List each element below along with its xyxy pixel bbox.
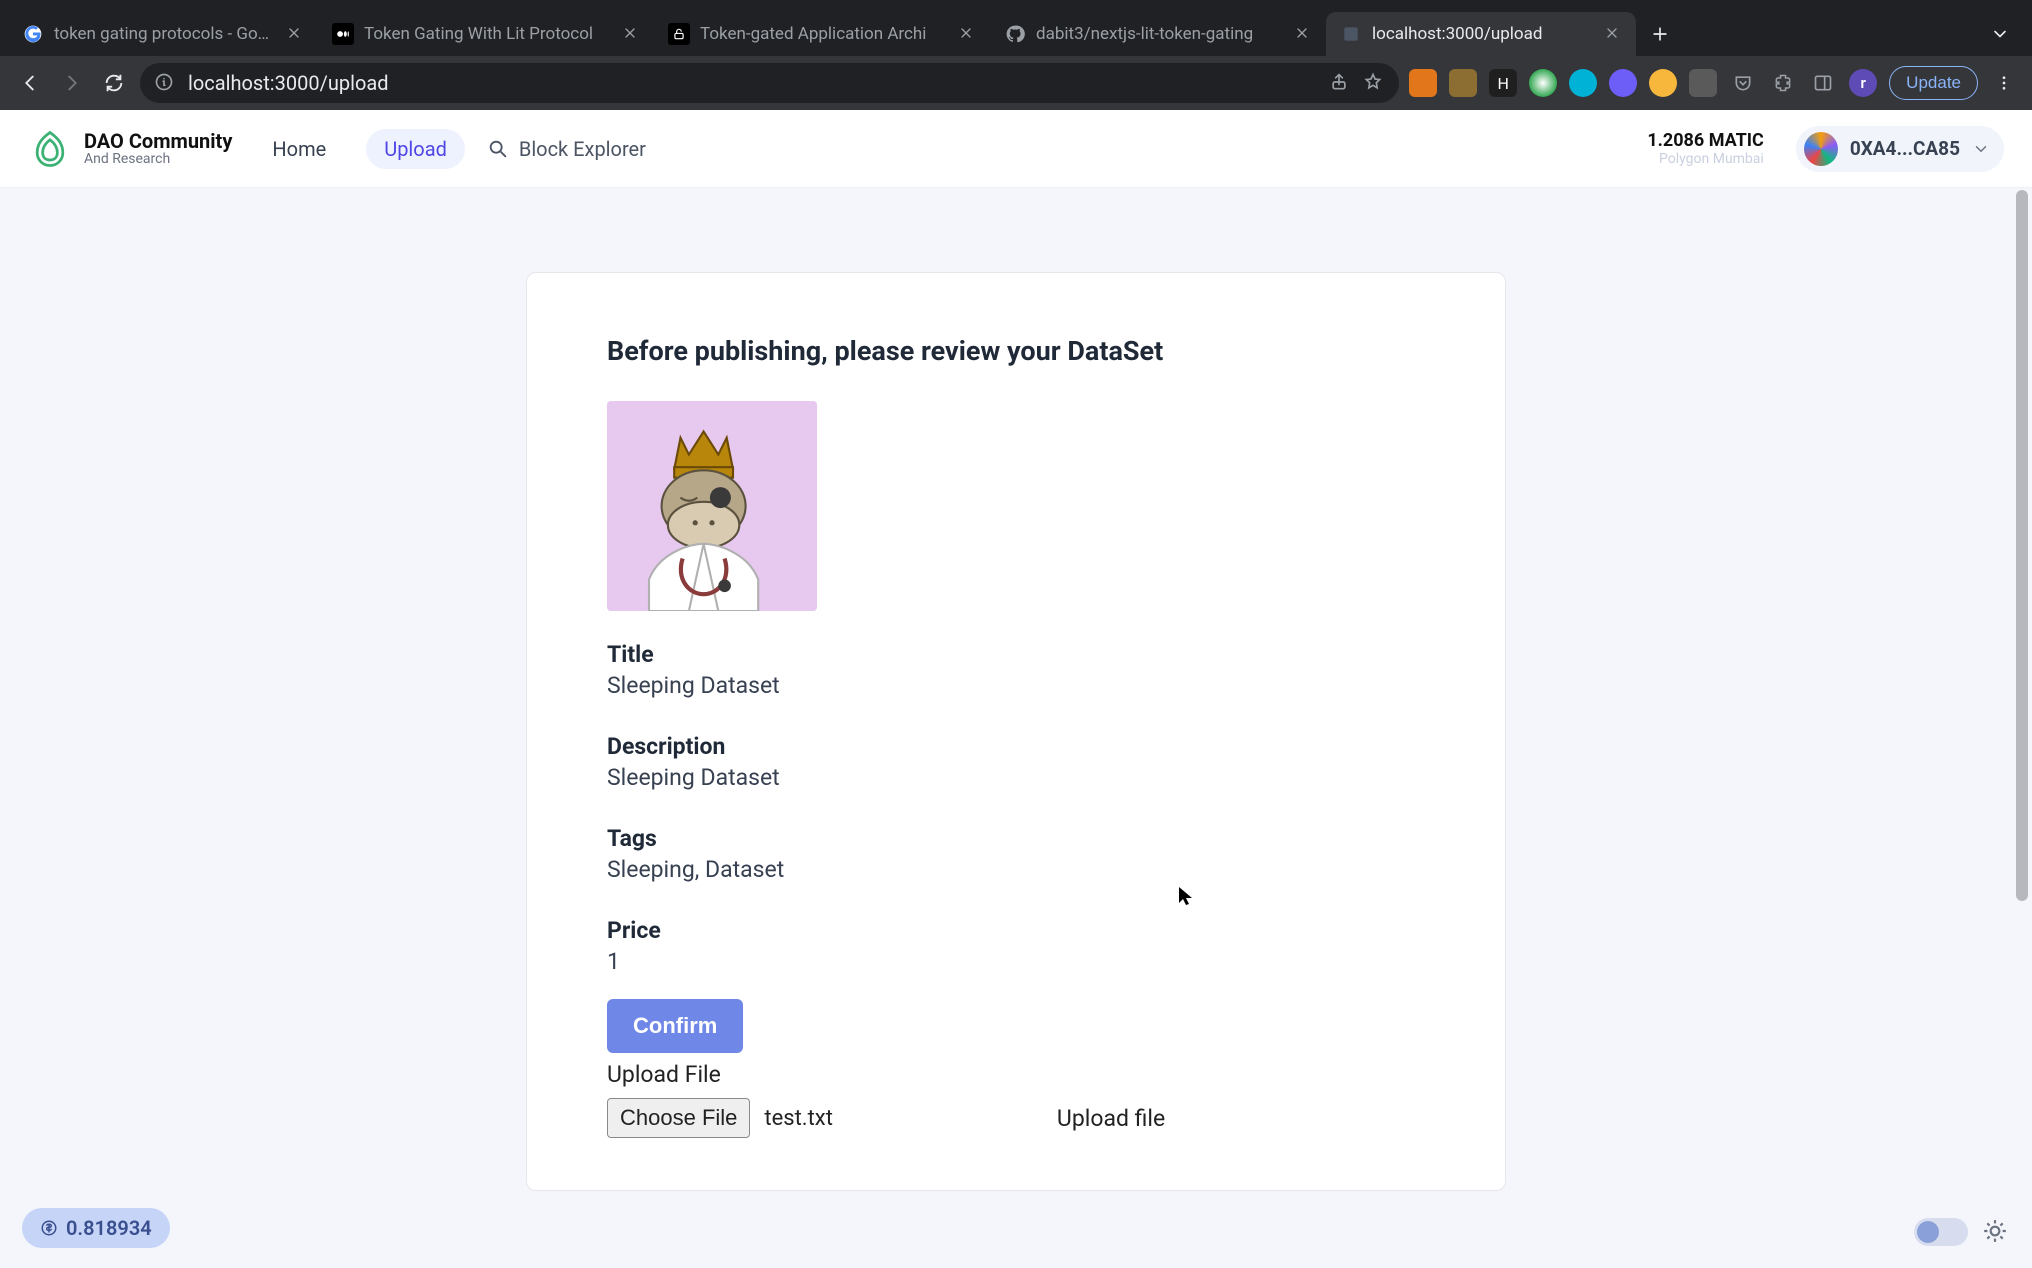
wallet-balance-amount: 1.2086 (1647, 130, 1704, 151)
google-favicon-icon (22, 23, 44, 45)
app-viewport: DAO Community And Research Home Upload B… (0, 110, 2032, 1268)
extension-icon[interactable] (1569, 69, 1597, 97)
pocket-extension-icon[interactable] (1729, 69, 1757, 97)
close-icon[interactable] (1294, 25, 1312, 43)
tab-title: token gating protocols - Goog (54, 24, 276, 44)
description-value: Sleeping Dataset (607, 764, 1425, 791)
selected-file-name: test.txt (764, 1106, 833, 1131)
dollar-icon (40, 1219, 58, 1237)
review-heading: Before publishing, please review your Da… (607, 335, 1425, 367)
browser-tab-active[interactable]: localhost:3000/upload (1326, 12, 1636, 56)
metamask-extension-icon[interactable] (1409, 69, 1437, 97)
wallet-balance-unit: MATIC (1709, 130, 1764, 151)
medium-favicon-icon (332, 23, 354, 45)
upload-file-label: Upload File (607, 1061, 1425, 1088)
ticker-value: 0.818934 (66, 1216, 152, 1240)
bookmark-star-icon[interactable] (1363, 72, 1385, 94)
scrollbar-thumb[interactable] (2016, 190, 2028, 901)
theme-settings-icon[interactable] (1982, 1218, 2010, 1246)
github-favicon-icon (1004, 23, 1026, 45)
profile-avatar-icon[interactable]: r (1849, 69, 1877, 97)
logo-icon (28, 127, 72, 171)
url-host: localhost:3000 (188, 71, 320, 95)
page-scrollbar[interactable] (2014, 190, 2030, 1268)
browser-tab-strip: token gating protocols - Goog Token Gati… (0, 0, 2032, 56)
field-tags: Tags Sleeping, Dataset (607, 825, 1425, 883)
wallet-address: 0XA4...CA85 (1850, 137, 1960, 160)
extension-icon[interactable]: H (1489, 69, 1517, 97)
logo-text: DAO Community And Research (84, 130, 232, 167)
browser-update-button[interactable]: Update (1889, 66, 1978, 100)
close-icon[interactable] (1604, 25, 1622, 43)
forward-button[interactable] (56, 67, 88, 99)
price-label: Price (607, 917, 1425, 944)
tab-title: localhost:3000/upload (1372, 24, 1594, 44)
extensions-menu-icon[interactable] (1769, 69, 1797, 97)
browser-toolbar: localhost:3000/upload H r Update (0, 56, 2032, 110)
wallet-connect-chip[interactable]: 0XA4...CA85 (1796, 126, 2004, 172)
app-header: DAO Community And Research Home Upload B… (0, 110, 2032, 188)
chevron-down-icon (1972, 140, 1990, 158)
close-icon[interactable] (622, 25, 640, 43)
extension-icon[interactable] (1649, 69, 1677, 97)
search-icon (487, 138, 509, 160)
field-description: Description Sleeping Dataset (607, 733, 1425, 791)
close-icon[interactable] (286, 25, 304, 43)
extension-icon[interactable] (1609, 69, 1637, 97)
search-placeholder: Block Explorer (519, 137, 646, 161)
address-bar[interactable]: localhost:3000/upload (140, 63, 1399, 103)
browser-menu-icon[interactable] (1990, 69, 2018, 97)
tab-title: dabit3/nextjs-lit-token-gating (1036, 24, 1284, 44)
extension-icon[interactable] (1449, 69, 1477, 97)
app-logo[interactable]: DAO Community And Research (28, 127, 232, 171)
unlock-favicon-icon (668, 23, 690, 45)
nav-upload[interactable]: Upload (366, 129, 465, 169)
description-label: Description (607, 733, 1425, 760)
url-text: localhost:3000/upload (188, 71, 1317, 95)
confirm-button[interactable]: Confirm (607, 999, 743, 1053)
theme-toggle-knob (1917, 1221, 1939, 1243)
wallet-avatar-icon (1804, 132, 1838, 166)
wallet-balance: 1.2086 MATIC Polygon Mumbai (1647, 130, 1763, 167)
tab-title: Token-gated Application Archi (700, 24, 948, 44)
title-label: Title (607, 641, 1425, 668)
site-info-icon[interactable] (154, 72, 176, 94)
new-tab-button[interactable] (1642, 16, 1678, 52)
choose-file-button[interactable]: Choose File (607, 1098, 750, 1138)
localhost-favicon-icon (1340, 23, 1362, 45)
theme-toggle[interactable] (1914, 1218, 1968, 1246)
review-card: Before publishing, please review your Da… (526, 272, 1506, 1191)
sidepanel-icon[interactable] (1809, 69, 1837, 97)
extensions-row: H r Update (1409, 66, 2018, 100)
upload-file-action[interactable]: Upload file (1057, 1105, 1165, 1132)
share-icon[interactable] (1329, 72, 1351, 94)
tabs-dropdown-icon[interactable] (1982, 16, 2018, 52)
page-body[interactable]: Before publishing, please review your Da… (0, 188, 2032, 1268)
browser-tab[interactable]: Token Gating With Lit Protocol (318, 12, 654, 56)
browser-tab[interactable]: Token-gated Application Archi (654, 12, 990, 56)
url-path: /upload (320, 71, 389, 95)
browser-tab[interactable]: dabit3/nextjs-lit-token-gating (990, 12, 1326, 56)
header-search[interactable]: Block Explorer (487, 137, 646, 161)
wallet-network: Polygon Mumbai (1647, 151, 1763, 167)
tags-value: Sleeping, Dataset (607, 856, 1425, 883)
extension-icon[interactable] (1529, 69, 1557, 97)
brand-subtitle: And Research (84, 152, 232, 167)
browser-tab[interactable]: token gating protocols - Goog (8, 12, 318, 56)
dataset-preview-image (607, 401, 817, 611)
nav-home[interactable]: Home (254, 129, 344, 169)
price-value: 1 (607, 948, 1425, 975)
tags-label: Tags (607, 825, 1425, 852)
field-price: Price 1 (607, 917, 1425, 975)
close-icon[interactable] (958, 25, 976, 43)
title-value: Sleeping Dataset (607, 672, 1425, 699)
back-button[interactable] (14, 67, 46, 99)
reload-button[interactable] (98, 67, 130, 99)
brand-title: DAO Community (84, 130, 232, 152)
field-title: Title Sleeping Dataset (607, 641, 1425, 699)
extension-icon[interactable] (1689, 69, 1717, 97)
tab-title: Token Gating With Lit Protocol (364, 24, 612, 44)
file-row: Choose File test.txt Upload file (607, 1098, 1425, 1138)
price-ticker[interactable]: 0.818934 (22, 1208, 170, 1248)
